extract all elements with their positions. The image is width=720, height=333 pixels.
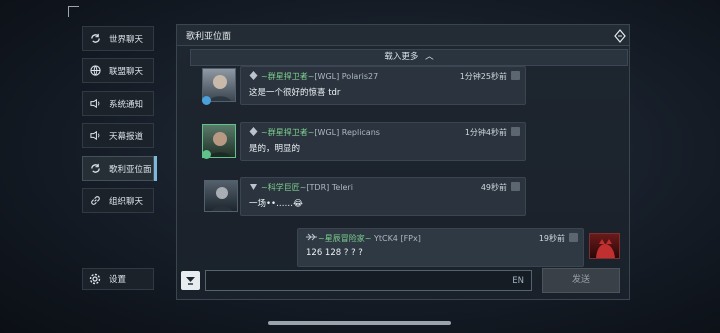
message-text: 是的，明显的 bbox=[249, 144, 301, 154]
player-name[interactable]: Polaris27 bbox=[342, 72, 378, 81]
settings-label: 设置 bbox=[109, 275, 127, 285]
send-label: 发送 bbox=[571, 275, 590, 285]
message-bubble: ~群星捍卫者~[WGL] Replicans 1分钟4秒前 是的，明显的 bbox=[240, 122, 526, 161]
sidebar-item-org-chat[interactable]: 组织聊天 bbox=[82, 188, 154, 213]
chat-input[interactable]: EN bbox=[205, 270, 532, 291]
refresh-icon bbox=[89, 33, 101, 45]
filter-icon bbox=[186, 277, 195, 285]
refresh-icon bbox=[89, 163, 101, 175]
emoji-toggle-button[interactable] bbox=[181, 271, 200, 290]
speaker-icon bbox=[89, 98, 101, 110]
translate-icon[interactable] bbox=[569, 233, 578, 242]
chevron-up-icon: ︿ bbox=[425, 52, 434, 62]
player-name[interactable]: Replicans bbox=[342, 128, 380, 137]
sidebar-item-system-notice[interactable]: 系统通知 bbox=[82, 91, 154, 116]
message-text: 126 128 ? ? ? bbox=[306, 248, 363, 258]
sidebar-item-world-chat[interactable]: 世界聊天 bbox=[82, 26, 154, 51]
player-name[interactable]: Teleri bbox=[332, 183, 353, 192]
load-more-label: 载入更多 bbox=[384, 52, 419, 62]
globe-icon bbox=[89, 65, 101, 77]
settings-button[interactable]: 设置 bbox=[82, 268, 154, 290]
rank-icon bbox=[306, 233, 317, 242]
corner-ornament bbox=[68, 6, 79, 17]
guild-name: ~群星捍卫者~ bbox=[261, 128, 315, 137]
message-text: 这是一个很好的惊喜 tdr bbox=[249, 88, 341, 98]
speaker-icon bbox=[89, 130, 101, 142]
alliance-tag: [WGL] bbox=[314, 72, 340, 81]
channel-title: 歌利亚位面 bbox=[186, 32, 232, 42]
message-time: 1分钟4秒前 bbox=[464, 128, 507, 137]
rank-icon bbox=[249, 71, 258, 80]
sidebar-item-goliath-plane[interactable]: 歌利亚位面 bbox=[82, 156, 157, 181]
rank-icon bbox=[249, 182, 258, 191]
alliance-tag: [WGL] bbox=[314, 128, 340, 137]
language-indicator[interactable]: EN bbox=[512, 276, 524, 286]
badge-icon bbox=[202, 150, 211, 159]
link-icon bbox=[89, 195, 101, 207]
alliance-tag: YtCK4 bbox=[373, 234, 398, 243]
my-avatar[interactable] bbox=[589, 233, 620, 259]
sidebar-item-label: 联盟聊天 bbox=[109, 66, 144, 77]
sidebar-item-sky-report[interactable]: 天幕报道 bbox=[82, 123, 154, 148]
sidebar-item-label: 世界聊天 bbox=[109, 34, 144, 45]
player-name[interactable]: [FPx] bbox=[400, 234, 420, 243]
translate-icon[interactable] bbox=[511, 71, 520, 80]
message-text: 一场••……😂 bbox=[249, 199, 303, 209]
message-time: 19秒前 bbox=[538, 234, 565, 243]
sidebar-item-alliance-chat[interactable]: 联盟聊天 bbox=[82, 58, 154, 83]
message-time: 49秒前 bbox=[480, 183, 507, 192]
guild-name: ~科学巨匠~ bbox=[261, 183, 307, 192]
rank-icon bbox=[249, 127, 258, 136]
sidebar-item-label: 组织聊天 bbox=[109, 196, 144, 207]
my-message-bubble: ~星辰冒险家~ YtCK4 [FPx] 19秒前 126 128 ? ? ? bbox=[297, 228, 584, 267]
chat-header: 歌利亚位面 bbox=[176, 24, 630, 46]
translate-icon[interactable] bbox=[511, 182, 520, 191]
sidebar-item-label: 天幕报道 bbox=[109, 131, 144, 142]
message-time: 1分钟25秒前 bbox=[459, 72, 507, 81]
translate-icon[interactable] bbox=[511, 127, 520, 136]
guild-name: ~星辰冒险家~ bbox=[318, 234, 372, 243]
message-bubble: ~群星捍卫者~[WGL] Polaris27 1分钟25秒前 这是一个很好的惊喜… bbox=[240, 66, 526, 105]
diamond-icon[interactable] bbox=[614, 28, 626, 47]
load-more-button[interactable]: 载入更多 ︿ bbox=[190, 49, 628, 66]
guild-name: ~群星捍卫者~ bbox=[261, 72, 315, 81]
avatar[interactable] bbox=[204, 180, 238, 212]
sidebar-item-label: 歌利亚位面 bbox=[109, 164, 152, 175]
shield-badge-icon bbox=[202, 96, 211, 105]
home-indicator bbox=[268, 321, 451, 325]
gear-icon bbox=[89, 273, 101, 285]
sidebar-item-label: 系统通知 bbox=[109, 99, 144, 110]
alliance-tag: [TDR] bbox=[306, 183, 330, 192]
message-bubble: ~科学巨匠~[TDR] Teleri 49秒前 一场••……😂 bbox=[240, 177, 526, 216]
send-button[interactable]: 发送 bbox=[542, 268, 620, 293]
